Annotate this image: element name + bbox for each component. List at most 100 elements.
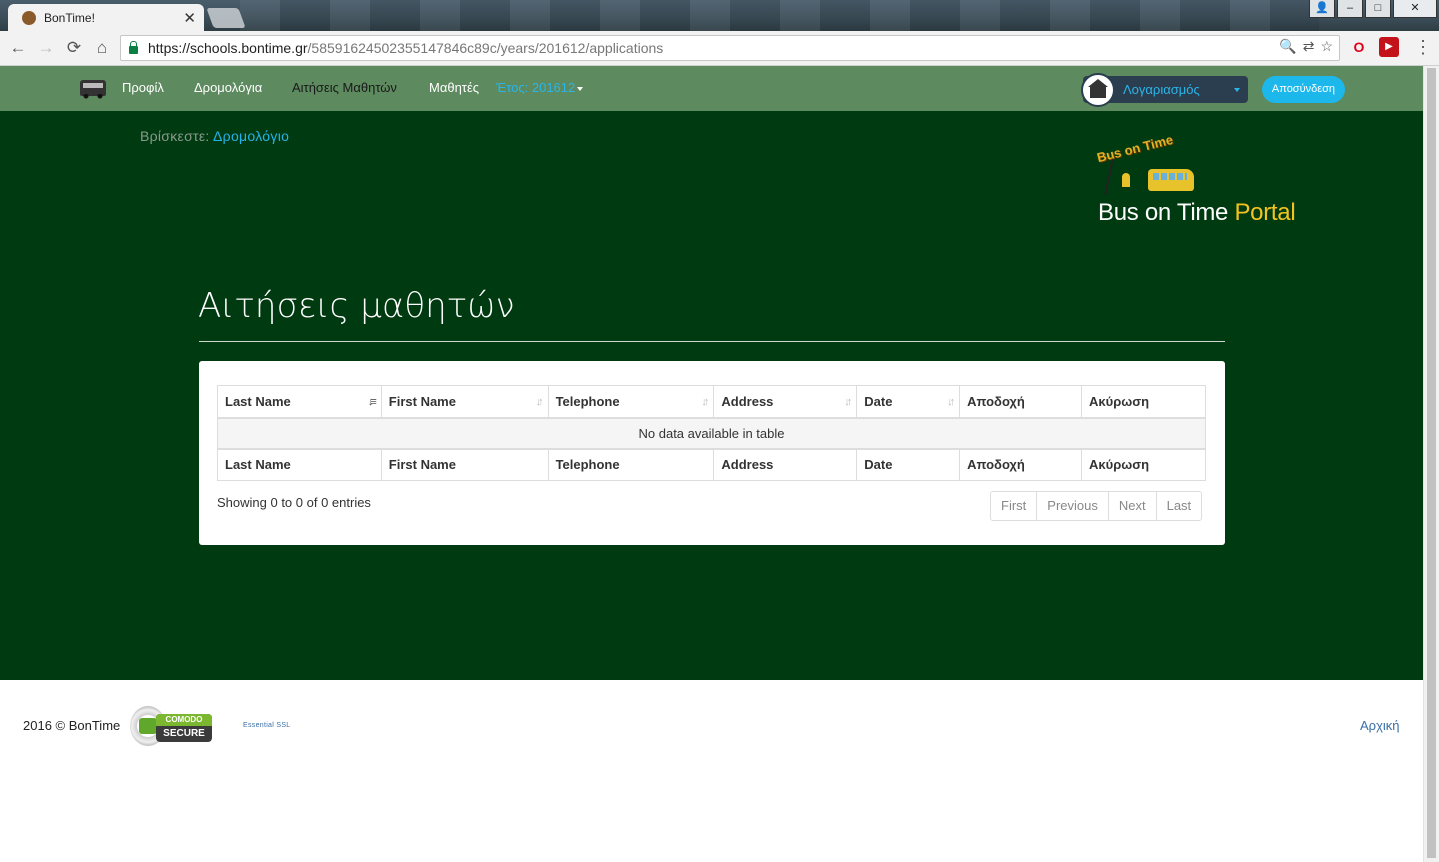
breadcrumb: Βρίσκεστε: Δρομολόγιο [140, 128, 289, 144]
user-profile-icon[interactable]: 👤 [1309, 0, 1335, 18]
column-label: Address [721, 393, 774, 409]
footer-cancel: Ακύρωση [1081, 447, 1206, 481]
pagination-first-button[interactable]: First [991, 492, 1038, 520]
table-header-row: Last Name ↓≡ First Name ↓↑ Telephone ↓↑ Add… [217, 385, 1206, 419]
column-header-last-name[interactable]: Last Name ↓≡ [217, 385, 382, 419]
school-avatar-icon [1081, 73, 1115, 107]
web-page: Προφίλ Δρομολόγια Αιτήσεις Μαθητών Μαθητ… [0, 66, 1423, 862]
nav-link-routes[interactable]: Δρομολόγια [194, 80, 262, 95]
sort-icon: ↓↑ [947, 396, 955, 408]
column-header-telephone[interactable]: Telephone ↓↑ [547, 385, 715, 419]
window-titlebar: BonTime! ✕ 👤 – □ ✕ [0, 0, 1439, 31]
nav-link-student-applications[interactable]: Αιτήσεις Μαθητών [292, 80, 397, 95]
window-controls: 👤 – □ ✕ [1309, 0, 1437, 18]
empty-table-message: No data available in table [217, 417, 1206, 449]
desktop-background [240, 0, 1319, 31]
ssl-link[interactable]: Essential SSL [243, 722, 290, 729]
sort-icon: ↓↑ [844, 396, 852, 408]
logo-name-main: Bus on Time [1098, 199, 1235, 226]
logo-bus-stop-icon [1104, 159, 1114, 195]
page-title: Αιτήσεις μαθητών [198, 286, 515, 326]
scrollbar-thumb[interactable] [1427, 68, 1436, 858]
nav-link-students[interactable]: Μαθητές [429, 80, 479, 95]
omnibox-icons: 🔍 ⇄ ☆ [1279, 38, 1333, 55]
column-label: Ακύρωση [1089, 393, 1150, 409]
pagination: First Previous Next Last [990, 491, 1203, 521]
reload-icon[interactable]: ⟳ [60, 38, 88, 58]
new-tab-button[interactable] [206, 8, 246, 28]
footer-accept: Αποδοχή [959, 447, 1083, 481]
tab-close-icon[interactable]: ✕ [183, 9, 196, 27]
browser-tab[interactable]: BonTime! ✕ [8, 4, 204, 31]
column-label: Last Name [225, 393, 291, 409]
forward-arrow-icon[interactable]: → [32, 38, 60, 58]
seal-badge: COMODO SECURE [156, 714, 212, 742]
minimize-button[interactable]: – [1337, 0, 1363, 18]
logo-child-icon [1122, 173, 1130, 187]
pagination-next-button[interactable]: Next [1109, 492, 1157, 520]
breadcrumb-link[interactable]: Δρομολόγιο [213, 128, 289, 144]
table-info: Showing 0 to 0 of 0 entries [217, 495, 371, 510]
seal-bottom-text: SECURE [163, 728, 205, 739]
page-footer: 2016 © BonTime COMODO SECURE Essential S… [0, 680, 1423, 862]
seal-top-text: COMODO [156, 714, 212, 726]
year-dropdown[interactable]: Έτος: 201612 [496, 80, 584, 95]
column-label: First Name [388, 393, 456, 409]
column-header-accept: Αποδοχή [959, 385, 1083, 419]
translate-icon[interactable]: ⇄ [1303, 38, 1315, 55]
bookmark-star-icon[interactable]: ☆ [1320, 38, 1333, 55]
nav-link-profile[interactable]: Προφίλ [122, 80, 164, 95]
maximize-button[interactable]: □ [1365, 0, 1391, 18]
table-row: No data available in table [217, 417, 1206, 449]
pagination-last-button[interactable]: Last [1157, 492, 1202, 520]
title-divider [199, 341, 1225, 342]
account-label: Λογαριασμός [1123, 82, 1200, 97]
account-dropdown[interactable]: Λογαριασμός [1081, 73, 1248, 107]
sort-icon: ↓↑ [701, 396, 709, 408]
table-footer-row: Last Name First Name Telephone Address D… [217, 447, 1206, 481]
column-header-address[interactable]: Address ↓↑ [713, 385, 858, 419]
applications-table: Last Name ↓≡ First Name ↓↑ Telephone ↓↑ Add… [217, 385, 1206, 481]
logout-button[interactable]: Αποσύνδεση [1262, 76, 1345, 103]
browser-toolbar: ← → ⟳ ⌂ https://schools.bontime.gr/58591… [0, 31, 1439, 66]
main-content: Βρίσκεστε: Δρομολόγιο Bus on Time Bus on… [0, 111, 1423, 680]
top-navigation: Προφίλ Δρομολόγια Αιτήσεις Μαθητών Μαθητ… [0, 66, 1423, 111]
opera-extension-icon[interactable]: O [1349, 37, 1369, 57]
comodo-secure-seal[interactable]: COMODO SECURE [128, 700, 214, 750]
home-icon[interactable]: ⌂ [88, 38, 116, 58]
page-scrollbar[interactable] [1423, 66, 1439, 862]
column-label: Date [864, 393, 893, 409]
footer-date: Date [856, 447, 961, 481]
tab-favicon-icon [22, 10, 36, 25]
bus-on-time-logo: Bus on Time Bus on Time Portal [1095, 132, 1306, 231]
breadcrumb-prefix: Βρίσκεστε: [140, 128, 210, 144]
thumbs-up-icon [139, 718, 157, 734]
year-label: Έτος: 201612 [496, 80, 576, 95]
url-host: https://schools.bontime.gr [148, 40, 308, 56]
footer-first-name: First Name [380, 447, 549, 481]
close-window-button[interactable]: ✕ [1393, 0, 1437, 18]
column-label: Αποδοχή [967, 393, 1025, 409]
applications-panel: Last Name ↓≡ First Name ↓↑ Telephone ↓↑ Add… [199, 361, 1225, 545]
zoom-icon[interactable]: 🔍 [1279, 38, 1296, 55]
sort-icon: ↓↑ [535, 396, 544, 408]
lock-icon [129, 40, 138, 54]
caret-down-icon [577, 86, 584, 91]
column-header-date[interactable]: Date ↓↑ [856, 385, 961, 419]
column-header-first-name[interactable]: First Name ↓↑ [380, 385, 549, 419]
browser-menu-icon[interactable]: ⋮ [1413, 37, 1433, 57]
column-header-cancel: Ακύρωση [1081, 385, 1206, 419]
chevron-down-icon [1234, 88, 1240, 92]
address-bar[interactable]: https://schools.bontime.gr/5859162450235… [120, 35, 1340, 61]
back-arrow-icon[interactable]: ← [4, 38, 32, 58]
url-path: /58591624502355147846c89c/years/201612/a… [307, 40, 664, 56]
copyright-text: 2016 © BonTime [23, 718, 121, 733]
pagination-previous-button[interactable]: Previous [1037, 492, 1109, 520]
home-link[interactable]: Αρχική [1360, 718, 1400, 733]
video-extension-icon[interactable]: ▶ [1379, 37, 1399, 57]
url-text: https://schools.bontime.gr/5859162450235… [148, 40, 663, 56]
footer-last-name: Last Name [217, 447, 382, 481]
bus-icon[interactable] [80, 80, 106, 99]
logo-name-accent: Portal [1234, 199, 1296, 226]
footer-address: Address [713, 447, 858, 481]
